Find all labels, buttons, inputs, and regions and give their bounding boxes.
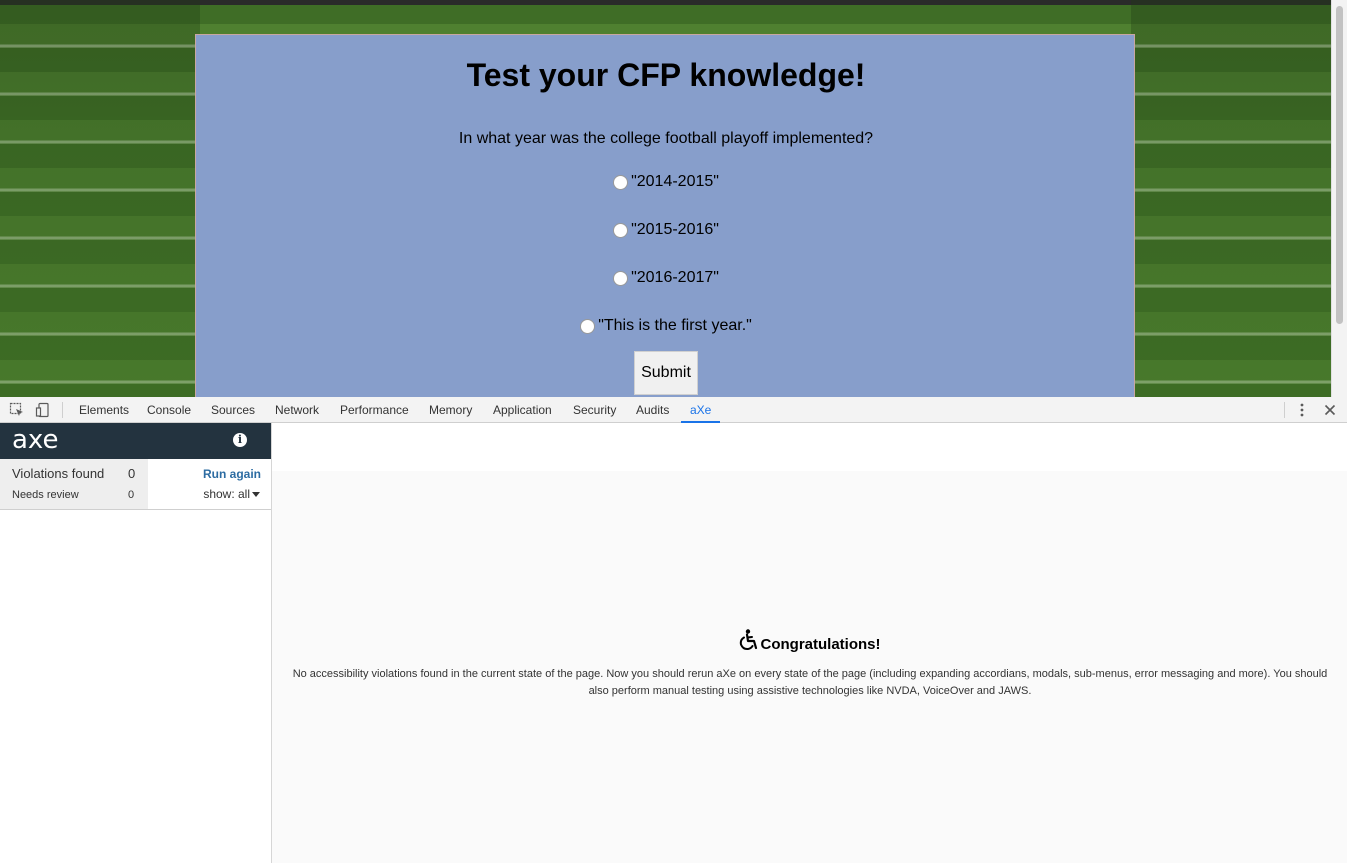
devtools-toolbar: Elements Console Sources Network Perform… [0,397,1347,423]
tab-network[interactable]: Network [275,397,319,423]
quiz-option-label: "2015-2016" [631,221,719,238]
quiz-option-1[interactable]: "2014-2015" [196,173,1136,191]
congratulations-heading: Congratulations! [272,629,1347,657]
congratulations-title: Congratulations! [760,636,881,653]
toolbar-separator [1284,402,1285,418]
axe-logo: axe [12,425,59,455]
radio-button[interactable] [580,318,596,334]
tab-security[interactable]: Security [573,397,616,423]
tab-axe[interactable]: aXe [680,397,721,423]
device-toolbar-icon[interactable] [35,402,51,418]
needs-review-count: 0 [128,489,135,501]
tab-memory[interactable]: Memory [429,397,472,423]
show-filter-label: show: all [203,487,250,501]
quiz-option-label: "2014-2015" [631,173,719,190]
submit-button[interactable]: Submit [634,351,698,395]
background-field-left [0,0,200,397]
quiz-option-label: "2016-2017" [631,269,719,286]
radio-button[interactable] [613,222,629,238]
tab-sources[interactable]: Sources [211,397,255,423]
tab-application[interactable]: Application [493,397,552,423]
show-filter-dropdown[interactable]: show: all [203,487,260,501]
axe-results-panel: Congratulations! No accessibility violat… [272,423,1347,863]
axe-controls: Run again show: all [148,459,271,509]
quiz-option-4[interactable]: "This is the first year." [196,317,1136,335]
close-icon[interactable] [1322,402,1338,418]
needs-review-label: Needs review [12,489,79,501]
violations-label: Violations found [12,466,105,481]
page-scrollbar[interactable] [1331,0,1347,397]
accessibility-icon [739,629,759,657]
more-options-icon[interactable] [1294,402,1310,418]
tab-console[interactable]: Console [147,397,191,423]
quiz-question: In what year was the college football pl… [458,130,874,147]
radio-button[interactable] [613,270,629,286]
page-viewport: Test your CFP knowledge! In what year wa… [0,0,1347,397]
tab-audits[interactable]: Audits [636,397,669,423]
divider [0,509,271,510]
scrollbar-thumb[interactable] [1336,6,1343,324]
quiz-title: Test your CFP knowledge! [466,57,866,93]
quiz-option-3[interactable]: "2016-2017" [196,269,1136,287]
toolbar-separator [62,402,63,418]
background-field-right [1131,0,1331,397]
quiz-option-2[interactable]: "2015-2016" [196,221,1136,239]
congratulations-message: No accessibility violations found in the… [292,668,1328,697]
devtools-panel: Elements Console Sources Network Perform… [0,397,1347,863]
axe-header: axe i [0,423,271,459]
axe-sidebar: axe i Violations found 0 Needs review 0 … [0,423,272,863]
chevron-down-icon [252,492,260,498]
violations-count: 0 [128,466,136,481]
radio-button[interactable] [613,174,629,190]
quiz-option-label: "This is the first year." [598,317,752,334]
tab-elements[interactable]: Elements [79,397,129,423]
axe-results-header [272,423,1347,471]
tab-performance[interactable]: Performance [340,397,409,423]
inspect-element-icon[interactable] [9,402,25,418]
run-again-button[interactable]: Run again [203,467,261,481]
quiz-card: Test your CFP knowledge! In what year wa… [195,34,1135,397]
axe-summary: Violations found 0 Needs review 0 [0,459,148,509]
info-icon[interactable]: i [233,433,247,447]
